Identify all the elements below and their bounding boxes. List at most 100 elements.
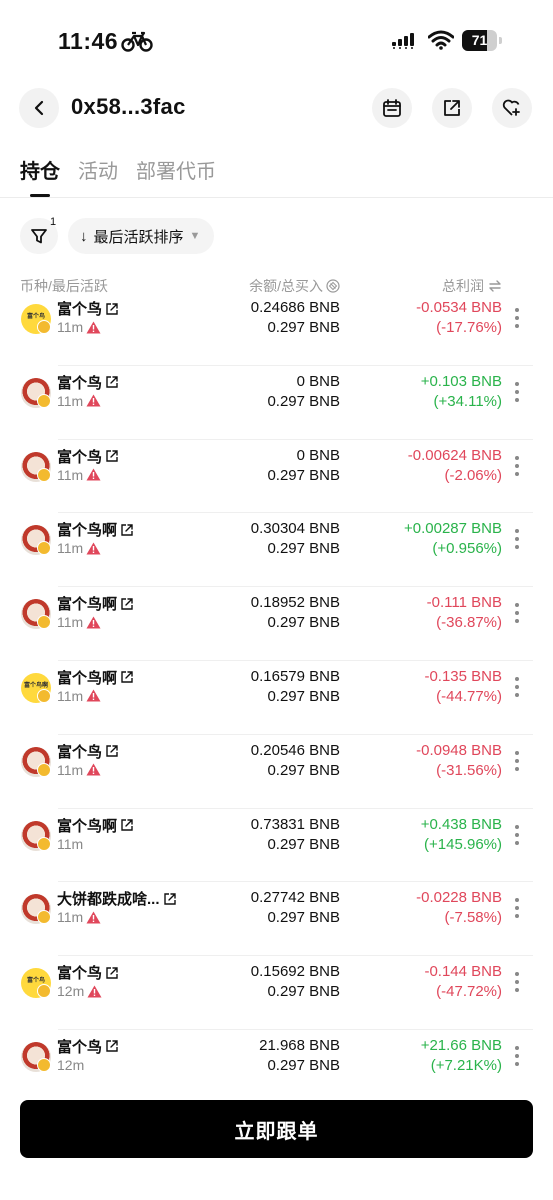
holding-row[interactable]: 富个鸟 富个鸟 11m 0.24686 BNB 0.297 BNB -0.0534 BNB… [0,292,553,366]
holding-row[interactable]: 富个鸟 富个鸟 12m 0.15692 BNB 0.297 BNB -0.144 BNB(… [0,956,553,1030]
calendar-button[interactable] [372,88,412,128]
pnl-percent: (+0.956%) [432,540,502,558]
token-name[interactable]: 富个鸟啊 [57,593,134,614]
more-vertical-icon[interactable] [514,824,520,846]
total-buy-value: 0.297 BNB [267,614,340,632]
external-link-icon[interactable] [120,523,134,537]
token-name[interactable]: 富个鸟啊 [57,667,134,688]
balance-value: 0.15692 BNB [250,963,340,981]
bnb-chain-badge-icon [37,615,51,630]
pnl-percent: (+7.21K%) [430,1056,502,1074]
battery-level: 71 [471,32,488,48]
pnl-percent: (-47.72%) [436,983,502,1001]
last-active-time: 11m [57,909,101,925]
token-name[interactable]: 富个鸟 [57,962,119,983]
holding-row[interactable]: 富个鸟啊 11m 0.30304 BNB 0.297 BNB +0.00287 BNB (… [0,513,553,587]
tab-deployed-tokens[interactable]: 部署代币 [136,155,216,184]
holding-row[interactable]: 富个鸟 11m 0 BNB 0.297 BNB -0.00624 BNB (-2.06%) [0,440,553,514]
last-active-time: 11m [57,540,101,556]
external-link-icon[interactable] [163,892,177,906]
balance-value: 21.968 BNB [259,1036,340,1054]
external-link-icon[interactable] [120,597,134,611]
last-active-time: 11m [57,762,101,778]
tab-holdings[interactable]: 持仓 [20,155,60,184]
token-name[interactable]: 富个鸟 [57,298,119,319]
calendar-icon [383,99,401,117]
more-vertical-icon[interactable] [514,602,520,624]
external-link-icon[interactable] [120,818,134,832]
holdings-list: 富个鸟 富个鸟 11m 0.24686 BNB 0.297 BNB -0.0534 BNB… [0,292,553,1104]
balance-value: 0 BNB [296,372,340,390]
external-link-icon[interactable] [105,966,119,980]
copy-trade-button[interactable]: 立即跟单 [20,1100,533,1158]
token-name[interactable]: 大饼都跌成啥... [57,888,177,909]
external-link-icon[interactable] [105,302,119,316]
holding-row[interactable]: 大饼都跌成啥... 11m 0.27742 BNB 0.297 BNB -0.0228 … [0,882,553,956]
add-favorite-button[interactable] [492,88,532,128]
holding-row[interactable]: 富个鸟啊 富个鸟啊 11m 0.16579 BNB 0.297 BNB -0.135 BN… [0,661,553,735]
share-button[interactable] [432,88,472,128]
bnb-chain-badge-icon [37,688,51,703]
sort-dropdown[interactable]: ↓ 最后活跃排序 ▼ [68,218,215,254]
holding-row[interactable]: 富个鸟 11m 0.20546 BNB 0.297 BNB -0.0948 BNB (-3… [0,735,553,809]
warning-icon [86,763,101,776]
external-link-icon[interactable] [105,744,119,758]
total-buy-value: 0.297 BNB [267,909,340,927]
token-name[interactable]: 富个鸟啊 [57,519,134,540]
more-vertical-icon[interactable] [514,897,520,919]
wallet-address-title: 0x58...3fac [71,94,186,119]
more-vertical-icon[interactable] [514,676,520,698]
more-vertical-icon[interactable] [514,971,520,993]
pnl-value: -0.135 BNB [424,667,502,685]
more-vertical-icon[interactable] [514,381,520,403]
warning-icon [86,542,101,555]
bnb-chain-badge-icon [37,910,51,925]
bnb-chain-badge-icon [37,320,51,334]
bnb-chain-badge-icon [37,541,51,556]
holding-row[interactable]: 富个鸟 12m 21.968 BNB 0.297 BNB +21.66 BNB (+7.2… [0,1030,553,1104]
pnl-percent: (-36.87%) [436,614,502,632]
swap-arrows-icon[interactable] [488,280,502,292]
more-vertical-icon[interactable] [514,1045,520,1067]
last-active-time: 11m [57,467,101,483]
more-vertical-icon[interactable] [514,528,520,550]
share-icon [444,100,460,116]
arrow-down-icon: ↓ [80,227,88,245]
total-buy-value: 0.297 BNB [267,1056,340,1074]
pnl-percent: (-31.56%) [436,761,502,779]
holding-row[interactable]: 富个鸟啊 11m 0.73831 BNB 0.297 BNB +0.438 BNB (+1… [0,809,553,883]
token-name[interactable]: 富个鸟 [57,372,119,393]
warning-icon [86,911,101,924]
external-link-icon[interactable] [105,1039,119,1053]
pnl-percent: (-7.58%) [444,909,502,927]
pnl-value: -0.0228 BNB [416,889,502,907]
balance-value: 0.18952 BNB [250,594,340,612]
last-active-time: 11m [57,319,101,335]
tab-activity[interactable]: 活动 [78,155,118,184]
token-name[interactable]: 富个鸟 [57,446,119,467]
pnl-percent: (+145.96%) [424,835,502,853]
warning-icon [86,468,101,481]
pnl-value: -0.0534 BNB [416,299,502,316]
external-link-icon[interactable] [120,670,134,684]
more-vertical-icon[interactable] [514,750,520,772]
status-time: 11:46 [58,28,119,54]
external-link-icon[interactable] [105,449,119,463]
holding-row[interactable]: 富个鸟 11m 0 BNB 0.297 BNB +0.103 BNB (+34.11%) [0,366,553,440]
more-vertical-icon[interactable] [514,307,520,329]
last-active-time: 11m [57,835,84,852]
token-name[interactable]: 富个鸟啊 [57,815,134,836]
token-name[interactable]: 富个鸟 [57,741,119,762]
holding-row[interactable]: 富个鸟啊 11m 0.18952 BNB 0.297 BNB -0.111 BNB (-3… [0,587,553,661]
total-buy-value: 0.297 BNB [267,761,340,779]
last-active-time: 12m [57,983,102,999]
header: 0x58...3fac [0,86,553,130]
pnl-value: +0.438 BNB [420,815,502,833]
token-name[interactable]: 富个鸟 [57,1036,119,1057]
balance-value: 0.27742 BNB [250,889,340,907]
last-active-time: 11m [57,688,101,704]
back-button[interactable] [19,88,59,128]
external-link-icon[interactable] [105,375,119,389]
total-buy-value: 0.297 BNB [267,983,340,1001]
more-vertical-icon[interactable] [514,455,520,477]
